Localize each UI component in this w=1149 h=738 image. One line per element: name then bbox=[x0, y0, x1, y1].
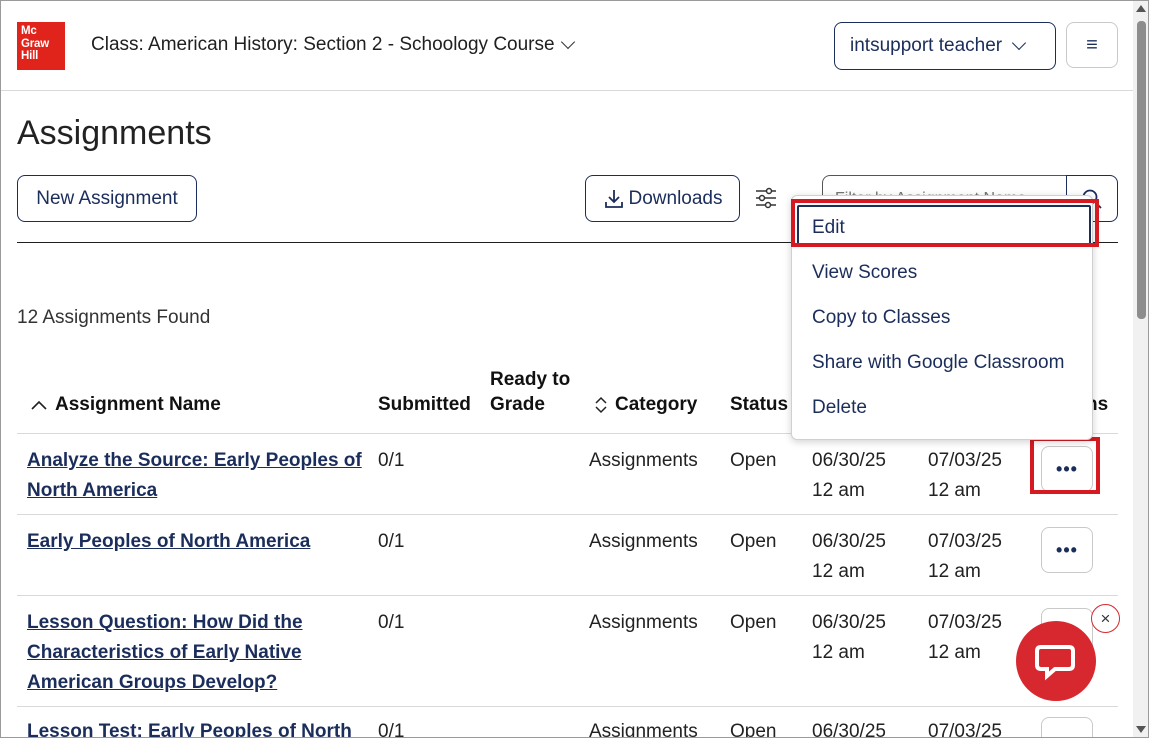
assignment-link[interactable]: Analyze the Source: Early Peoples of Nor… bbox=[27, 446, 362, 506]
app-window: Mc Graw Hill Class: American History: Se… bbox=[0, 0, 1149, 738]
category: Assignments bbox=[589, 612, 698, 633]
column-header-status: Status bbox=[730, 394, 789, 415]
submitted-count: 0/1 bbox=[378, 450, 405, 471]
column-label: Grade bbox=[490, 394, 545, 415]
submitted-count: 0/1 bbox=[378, 721, 405, 738]
assignment-name-line: Lesson Test: Early Peoples of North bbox=[27, 721, 352, 738]
assignment-name-line: Analyze the Source: Early Peoples of bbox=[27, 450, 362, 471]
start-date: 06/30/25 12 am bbox=[812, 446, 912, 506]
new-assignment-button[interactable]: New Assignment bbox=[17, 175, 197, 222]
menu-item-share-google-classroom[interactable]: Share with Google Classroom bbox=[812, 352, 1064, 374]
start-date: 06/30/25 12 am bbox=[812, 527, 912, 587]
menu-item-view-scores[interactable]: View Scores bbox=[812, 262, 917, 284]
actions-highlight-box bbox=[1030, 437, 1100, 494]
user-name: intsupport teacher bbox=[850, 35, 1003, 56]
table-row: Early Peoples of North America 0/1 Assig… bbox=[17, 515, 1118, 596]
assignment-link[interactable]: Lesson Test: Early Peoples of North bbox=[27, 717, 362, 738]
assignment-link[interactable]: Early Peoples of North America bbox=[27, 527, 362, 557]
chat-launcher-button[interactable] bbox=[1016, 621, 1096, 701]
mcgraw-hill-logo[interactable]: Mc Graw Hill bbox=[17, 22, 65, 70]
status: Open bbox=[730, 531, 777, 552]
time: 12 am bbox=[812, 561, 865, 582]
table-row: Lesson Question: How Did the Characteris… bbox=[17, 596, 1118, 707]
due-date: 07/03/25 bbox=[928, 721, 1002, 738]
date: 07/03/25 bbox=[928, 450, 1002, 471]
column-label: Category bbox=[615, 394, 698, 415]
scroll-up-arrow-icon[interactable] bbox=[1136, 5, 1146, 12]
filter-settings-icon[interactable] bbox=[754, 186, 778, 210]
hamburger-menu-button[interactable]: ≡ bbox=[1066, 22, 1118, 68]
table-row: Analyze the Source: Early Peoples of Nor… bbox=[17, 434, 1118, 515]
date: 06/30/25 bbox=[812, 531, 886, 552]
date: 07/03/25 bbox=[928, 612, 1002, 633]
time: 12 am bbox=[812, 642, 865, 663]
assignment-name-line: Characteristics of Early Native bbox=[27, 642, 302, 663]
assignment-name-line: North America bbox=[27, 480, 158, 501]
column-label: Ready to bbox=[490, 369, 571, 390]
date: 06/30/25 bbox=[812, 612, 886, 633]
top-header: Mc Graw Hill Class: American History: Se… bbox=[1, 1, 1133, 91]
class-selector[interactable]: Class: American History: Section 2 - Sch… bbox=[91, 34, 575, 56]
menu-item-copy-to-classes[interactable]: Copy to Classes bbox=[812, 307, 950, 329]
menu-item-delete[interactable]: Delete bbox=[812, 397, 867, 419]
downloads-button[interactable]: Downloads bbox=[585, 175, 740, 222]
assignment-link[interactable]: Lesson Question: How Did the Characteris… bbox=[27, 608, 362, 698]
logo-line: Hill bbox=[21, 50, 39, 62]
logo-line: Graw bbox=[21, 37, 49, 50]
downloads-label: Downloads bbox=[628, 187, 723, 209]
time: 12 am bbox=[928, 642, 981, 663]
class-title: Class: American History: Section 2 - Sch… bbox=[91, 34, 555, 55]
category: Assignments bbox=[589, 721, 698, 738]
vertical-scrollbar[interactable] bbox=[1133, 1, 1148, 737]
sort-toggle-icon bbox=[595, 396, 607, 413]
column-header-name[interactable]: Assignment Name bbox=[31, 392, 221, 417]
close-icon: × bbox=[1100, 608, 1111, 628]
category: Assignments bbox=[589, 450, 698, 471]
due-date: 07/03/25 12 am bbox=[928, 608, 1028, 668]
download-icon bbox=[604, 189, 623, 208]
hamburger-icon: ≡ bbox=[1086, 33, 1098, 56]
assignment-name-line: American Groups Develop? bbox=[27, 672, 278, 693]
status: Open bbox=[730, 450, 777, 471]
chevron-down-icon bbox=[1012, 35, 1027, 51]
time: 12 am bbox=[928, 561, 981, 582]
page-title: Assignments bbox=[17, 114, 212, 152]
sort-ascending-icon bbox=[31, 400, 47, 410]
time: 12 am bbox=[812, 480, 865, 501]
row-actions-button[interactable]: ••• bbox=[1041, 527, 1093, 573]
column-header-submitted: Submitted bbox=[378, 394, 471, 415]
time: 12 am bbox=[928, 480, 981, 501]
submitted-count: 0/1 bbox=[378, 612, 405, 633]
date: 07/03/25 bbox=[928, 531, 1002, 552]
status: Open bbox=[730, 721, 777, 738]
submitted-count: 0/1 bbox=[378, 531, 405, 552]
chat-bubbles-icon bbox=[1035, 645, 1075, 681]
assignment-name-line: Early Peoples of North America bbox=[27, 531, 311, 552]
due-date: 07/03/25 12 am bbox=[928, 446, 1028, 506]
user-menu-button[interactable]: intsupport teacher bbox=[834, 22, 1056, 70]
due-date: 07/03/25 12 am bbox=[928, 527, 1028, 587]
row-actions-button[interactable]: ••• bbox=[1041, 717, 1093, 737]
date: 06/30/25 bbox=[812, 450, 886, 471]
assignment-name-line: Lesson Question: How Did the bbox=[27, 612, 303, 633]
column-header-category[interactable]: Category bbox=[595, 392, 697, 417]
logo-line: Mc bbox=[21, 25, 37, 37]
chat-close-button[interactable]: × bbox=[1091, 604, 1120, 633]
results-count: 12 Assignments Found bbox=[17, 307, 211, 328]
scroll-down-arrow-icon[interactable] bbox=[1136, 726, 1146, 733]
scrollbar-thumb[interactable] bbox=[1137, 21, 1146, 319]
table-row: Lesson Test: Early Peoples of North 0/1 … bbox=[17, 707, 1118, 738]
column-header-ready-to-grade: Ready to Grade bbox=[490, 367, 570, 417]
column-label: Assignment Name bbox=[55, 394, 221, 415]
start-date: 06/30/25 bbox=[812, 721, 886, 738]
category: Assignments bbox=[589, 531, 698, 552]
chevron-down-icon bbox=[560, 34, 575, 50]
start-date: 06/30/25 12 am bbox=[812, 608, 912, 668]
edit-highlight-box bbox=[791, 199, 1099, 247]
status: Open bbox=[730, 612, 777, 633]
